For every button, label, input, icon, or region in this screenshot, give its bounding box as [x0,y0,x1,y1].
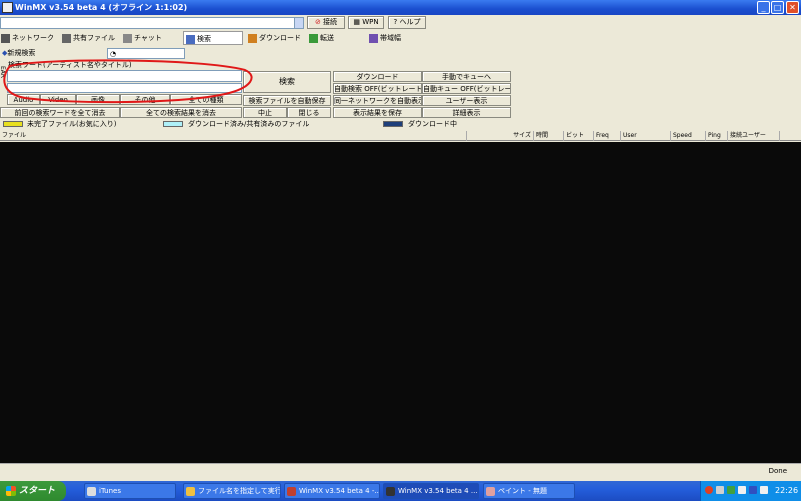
transfer-icon [309,33,318,43]
start-button[interactable]: スタート [0,481,66,501]
tab-transfer[interactable]: 転送 [309,31,334,45]
network-icon [1,33,10,43]
title-bar: WinMX v3.54 beta 4 (オフライン 1:1:02) _ □ ✕ [0,0,801,15]
app-icon [2,2,13,13]
status-text: Done [768,467,787,475]
tab-bandwidth[interactable]: 帯域幅 [369,31,401,45]
download-button[interactable]: ダウンロード [333,71,422,82]
legend-swatch-downloading [383,121,403,127]
window-title: WinMX v3.54 beta 4 (オフライン 1:1:02) [15,3,188,12]
panel-label: ◆新規検索 [2,49,36,57]
task-itunes[interactable]: iTunes [84,483,176,499]
winmx-icon [386,487,395,496]
browser-icon [287,487,296,496]
annotation-circle [3,59,253,104]
bandwidth-icon [369,33,378,43]
save-results-button[interactable]: 表示結果を保存 [333,107,422,118]
col-connected-user[interactable]: 接続ユーザー [728,131,780,141]
tab-download[interactable]: ダウンロード [248,31,301,45]
folder-icon [186,487,195,496]
legend-swatch-shared [163,121,183,127]
col-ping[interactable]: Ping [706,131,728,141]
chat-icon [123,33,132,43]
col-bitrate[interactable]: ビット [564,131,594,141]
task-winmx-1[interactable]: WinMX v3.54 beta 4 -... [284,483,380,499]
results-list[interactable] [0,142,801,463]
col-file[interactable]: ファイル [0,131,467,141]
tray-icon-4[interactable] [738,486,746,494]
legend-incomplete: 未完了ファイル(お気に入り) [27,120,117,128]
task-winmx-2[interactable]: WinMX v3.54 beta 4 ... [383,483,479,499]
manual-queue-button[interactable]: 手動でキューへ [422,71,511,82]
combo-dropdown-icon[interactable] [294,18,303,28]
tab-network[interactable]: ネットワーク [1,31,54,45]
legend-swatch-incomplete [3,121,23,127]
task-explorer[interactable]: ファイル名を指定して実行 [183,483,281,499]
stop-button[interactable]: 中止 [243,107,287,118]
speaker-icon[interactable] [760,486,768,494]
download-icon [248,33,257,43]
clear-history-button[interactable]: 前回の検索ワードを全て消去 [0,107,120,118]
minimize-button[interactable]: _ [757,1,770,14]
panel-search-icon: ◔ [110,50,117,58]
search-icon [186,34,195,44]
auto-queue-button[interactable]: 自動キュー OFF(ビットレート) [422,83,511,94]
legend-shared: ダウンロード済み/共有済みのファイル [188,120,310,128]
close-search-button[interactable]: 閉じる [287,107,331,118]
status-bar: Done [0,463,801,481]
tab-search[interactable]: 検索 [183,31,243,45]
col-speed[interactable]: Speed [671,131,706,141]
help-button[interactable]: ? ヘルプ [388,16,426,29]
col-time[interactable]: 時間 [534,131,564,141]
tray-icon-1[interactable] [705,486,713,494]
itunes-icon [87,487,96,496]
wpn-button[interactable]: ▦ WPN [348,16,384,29]
connect-icon: ⊘ [314,18,321,26]
detail-view-button[interactable]: 詳細表示 [422,107,511,118]
address-combo[interactable] [0,17,304,29]
tray-icon-5[interactable] [749,486,757,494]
clear-results-button[interactable]: 全ての検索結果を消去 [120,107,242,118]
same-network-button[interactable]: 同一ネットワークを自動表示 [333,95,422,106]
col-freq[interactable]: Freq [594,131,621,141]
col-size[interactable]: サイズ [467,131,534,141]
task-paint[interactable]: ペイント - 無題 [483,483,575,499]
system-tray: 22:26 [700,481,801,501]
connect-button[interactable]: ⊘ 接続 [307,16,345,29]
tray-icon-2[interactable] [716,486,724,494]
shared-files-icon [62,33,71,43]
clock: 22:26 [775,486,799,495]
paint-icon [486,487,495,496]
tab-shared-files[interactable]: 共有ファイル [62,31,115,45]
auto-search-button[interactable]: 自動検索 OFF(ビットレート) [333,83,422,94]
tab-chat[interactable]: チャット [123,31,162,45]
user-view-button[interactable]: ユーザー表示 [422,95,511,106]
legend-downloading: ダウンロード中 [408,120,457,128]
help-icon: ? [393,18,398,26]
close-button[interactable]: ✕ [786,1,799,14]
wpn-icon: ▦ [353,18,360,26]
windows-logo-icon [6,485,16,496]
maximize-button[interactable]: □ [771,1,784,14]
tray-icon-3[interactable] [727,486,735,494]
col-user[interactable]: User [621,131,671,141]
